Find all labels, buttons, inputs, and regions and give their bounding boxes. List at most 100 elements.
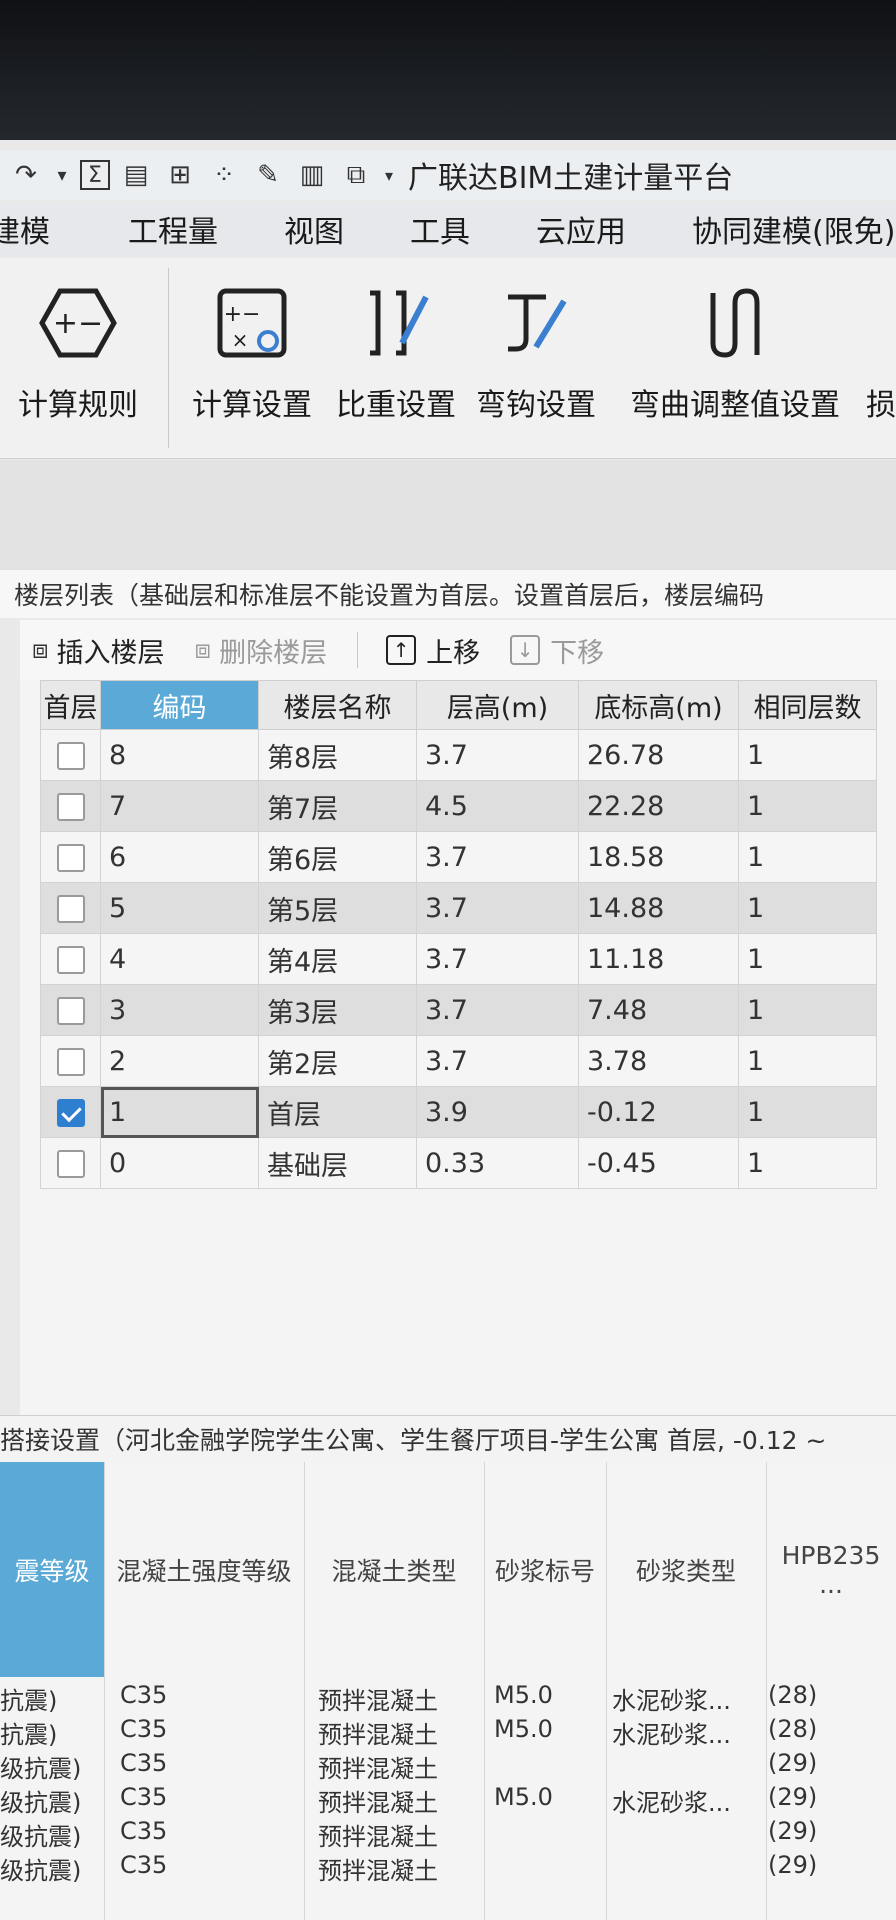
cell-first-floor[interactable] (40, 1035, 101, 1087)
cell-height[interactable]: 3.7 (416, 831, 579, 883)
first-floor-checkbox[interactable] (56, 946, 85, 974)
grid-view-icon[interactable]: ⊞ (162, 157, 198, 193)
cell-same-count[interactable]: 1 (738, 1137, 877, 1189)
move-down-button[interactable]: ↓ 下移 (510, 631, 604, 670)
cell-same-count[interactable]: 1 (738, 1086, 877, 1138)
table-row[interactable]: 7 第7层 4.5 22.28 1 (40, 780, 877, 832)
first-floor-checkbox[interactable] (56, 1099, 85, 1127)
col-header-bottom-elevation[interactable]: 底标高(m) (578, 680, 739, 730)
table-row[interactable]: 抗震) C35 预拌混凝土 M5.0 水泥砂浆... (28) (0, 1677, 896, 1715)
cell-hpb235[interactable]: (29) (768, 1817, 817, 1845)
cell-first-floor[interactable] (40, 780, 101, 832)
redo-icon[interactable]: ↷ (8, 157, 44, 193)
cell-height[interactable]: 3.7 (416, 729, 579, 781)
cell-bottom-elevation[interactable]: 14.88 (578, 882, 739, 934)
insert-floor-button[interactable]: ⧈ 插入楼层 (32, 631, 165, 670)
col-header-same-count[interactable]: 相同层数 (738, 680, 877, 730)
cell-floor-name[interactable]: 第2层 (258, 1035, 417, 1087)
select-icon[interactable]: ⁘ (206, 157, 242, 193)
cell-first-floor[interactable] (40, 933, 101, 985)
first-floor-checkbox[interactable] (56, 997, 85, 1025)
cell-bottom-elevation[interactable]: 11.18 (578, 933, 739, 985)
move-up-button[interactable]: ↑ 上移 (386, 631, 480, 670)
cell-first-floor[interactable] (40, 1086, 101, 1138)
cell-bottom-elevation[interactable]: 3.78 (578, 1035, 739, 1087)
cell-height[interactable]: 3.9 (416, 1086, 579, 1138)
table-row[interactable]: 5 第5层 3.7 14.88 1 (40, 882, 877, 934)
cell-concrete-strength[interactable]: C35 (120, 1817, 167, 1845)
table-row[interactable]: 级抗震) C35 预拌混凝土 (29) (0, 1813, 896, 1851)
col-header-floor-name[interactable]: 楼层名称 (258, 680, 417, 730)
cell-same-count[interactable]: 1 (738, 882, 877, 934)
cell-concrete-strength[interactable]: C35 (120, 1749, 167, 1777)
gravity-settings-button[interactable]: 比重设置 (336, 278, 456, 424)
cell-code[interactable]: 8 (100, 729, 259, 781)
cell-height[interactable]: 0.33 (416, 1137, 579, 1189)
menu-collab[interactable]: 协同建模(限免) (692, 207, 895, 251)
cell-same-count[interactable]: 1 (738, 1035, 877, 1087)
col-header-height[interactable]: 层高(m) (416, 680, 579, 730)
first-floor-checkbox[interactable] (56, 793, 85, 821)
cell-same-count[interactable]: 1 (738, 984, 877, 1036)
cell-floor-name[interactable]: 第3层 (258, 984, 417, 1036)
first-floor-checkbox[interactable] (56, 844, 85, 872)
menu-view[interactable]: 视图 (284, 207, 344, 251)
cell-code[interactable]: 5 (100, 882, 259, 934)
cell-bottom-elevation[interactable]: -0.45 (578, 1137, 739, 1189)
cell-first-floor[interactable] (40, 882, 101, 934)
calc-settings-button[interactable]: +− × 计算设置 (192, 278, 312, 424)
cell-first-floor[interactable] (40, 729, 101, 781)
cell-first-floor[interactable] (40, 1137, 101, 1189)
cell-floor-name[interactable]: 第5层 (258, 882, 417, 934)
col-header-mortar-grade[interactable]: 砂浆标号 (484, 1462, 606, 1677)
cell-concrete-strength[interactable]: C35 (120, 1783, 167, 1811)
cell-code[interactable]: 2 (100, 1035, 259, 1087)
cell-hpb235[interactable]: (28) (768, 1715, 817, 1743)
table-row[interactable]: 4 第4层 3.7 11.18 1 (40, 933, 877, 985)
edit-icon[interactable]: ✎ (250, 157, 286, 193)
table-row[interactable]: 3 第3层 3.7 7.48 1 (40, 984, 877, 1036)
col-header-concrete-strength[interactable]: 混凝土强度等级 (104, 1462, 304, 1677)
cell-bottom-elevation[interactable]: 18.58 (578, 831, 739, 883)
cell-concrete-strength[interactable]: C35 (120, 1851, 167, 1879)
first-floor-checkbox[interactable] (56, 1150, 85, 1178)
cell-code[interactable]: 1 (100, 1086, 259, 1138)
cell-mortar-grade[interactable]: M5.0 (494, 1715, 553, 1743)
cell-first-floor[interactable] (40, 984, 101, 1036)
cell-same-count[interactable]: 1 (738, 729, 877, 781)
cell-floor-name[interactable]: 第6层 (258, 831, 417, 883)
sum-icon[interactable]: Σ (80, 160, 110, 190)
cell-height[interactable]: 4.5 (416, 780, 579, 832)
col-header-code[interactable]: 编码 (100, 680, 259, 730)
cell-floor-name[interactable]: 第4层 (258, 933, 417, 985)
cell-floor-name[interactable]: 首层 (258, 1086, 417, 1138)
first-floor-checkbox[interactable] (56, 895, 85, 923)
cell-code[interactable]: 7 (100, 780, 259, 832)
cell-same-count[interactable]: 1 (738, 780, 877, 832)
cell-first-floor[interactable] (40, 831, 101, 883)
calc-rules-button[interactable]: +− 计算规则 (18, 278, 138, 424)
cell-floor-name[interactable]: 第7层 (258, 780, 417, 832)
col-header-concrete-type[interactable]: 混凝土类型 (304, 1462, 484, 1677)
cell-height[interactable]: 3.7 (416, 984, 579, 1036)
cell-concrete-strength[interactable]: C35 (120, 1715, 167, 1743)
column-icon[interactable]: ▥ (294, 157, 330, 193)
cell-height[interactable]: 3.7 (416, 1035, 579, 1087)
menu-cloud[interactable]: 云应用 (536, 207, 626, 251)
menu-quantity[interactable]: 工程量 (128, 207, 218, 251)
cell-code[interactable]: 0 (100, 1137, 259, 1189)
cell-floor-name[interactable]: 基础层 (258, 1137, 417, 1189)
report-icon[interactable]: ▤ (118, 157, 154, 193)
code-icon[interactable]: ⧉ (338, 157, 374, 193)
cell-code[interactable]: 3 (100, 984, 259, 1036)
table-row[interactable]: 级抗震) C35 预拌混凝土 (29) (0, 1847, 896, 1885)
cell-concrete-strength[interactable]: C35 (120, 1681, 167, 1709)
table-row[interactable]: 8 第8层 3.7 26.78 1 (40, 729, 877, 781)
table-row[interactable]: 1 首层 3.9 -0.12 1 (40, 1086, 877, 1138)
col-header-mortar-type[interactable]: 砂浆类型 (606, 1462, 766, 1677)
first-floor-checkbox[interactable] (56, 1048, 85, 1076)
table-row[interactable]: 级抗震) C35 预拌混凝土 (29) (0, 1745, 896, 1783)
cell-height[interactable]: 3.7 (416, 933, 579, 985)
cell-mortar-grade[interactable]: M5.0 (494, 1783, 553, 1811)
col-header-first-floor[interactable]: 首层 (40, 680, 101, 730)
